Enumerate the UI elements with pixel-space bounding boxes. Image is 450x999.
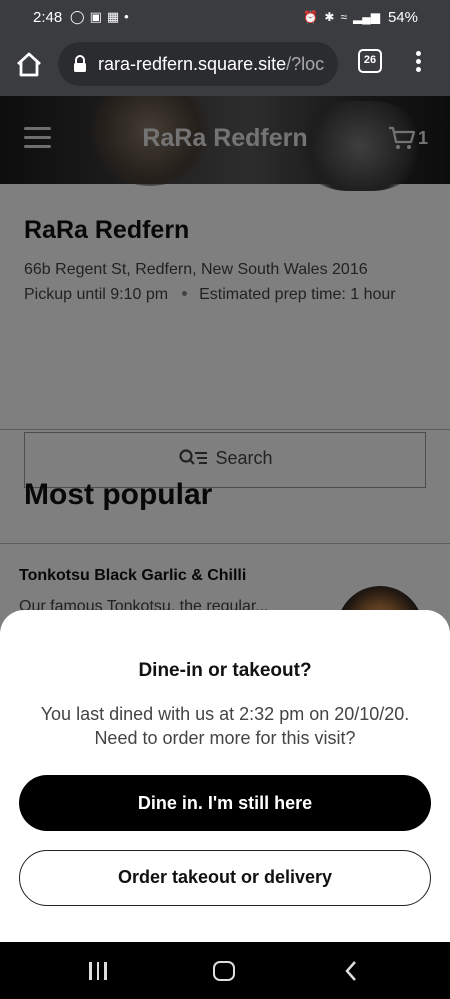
whatsapp-icon: ◯ <box>70 9 85 24</box>
bluetooth-icon: ✱ <box>324 10 335 24</box>
system-icons: ⏰ ✱ ≈ ▂▄▆ <box>303 10 380 24</box>
recent-apps-icon[interactable] <box>89 962 107 980</box>
url-domain: rara-redfern.square.site <box>98 54 287 74</box>
signal-icon: ▂▄▆ <box>353 10 380 24</box>
status-bar: 2:48 ◯ ▣ ▦ • ⏰ ✱ ≈ ▂▄▆ 54% <box>0 0 450 36</box>
dine-in-dialog: Dine-in or takeout? You last dined with … <box>0 610 450 942</box>
alarm-icon: ⏰ <box>303 10 319 24</box>
notification-icons: ◯ ▣ ▦ • <box>70 9 129 25</box>
url-path: /?loc <box>286 54 325 74</box>
instagram-icon: ▣ <box>89 9 102 24</box>
wifi-icon: ≈ <box>340 10 348 24</box>
flipboard-icon: ▦ <box>106 9 120 24</box>
home-icon <box>17 52 41 77</box>
back-icon[interactable] <box>344 960 358 982</box>
dine-in-button[interactable]: Dine in. I'm still here <box>19 775 431 831</box>
address-bar[interactable]: rara-redfern.square.site/?loc <box>58 42 338 86</box>
lock-icon <box>74 55 86 72</box>
status-time: 2:48 <box>33 9 63 26</box>
home-nav-icon[interactable] <box>213 961 235 981</box>
tab-switcher-button[interactable]: 26 <box>358 49 382 73</box>
battery-level: 54% <box>387 9 418 26</box>
system-nav-bar <box>0 942 450 999</box>
url-text: rara-redfern.square.site/?loc <box>98 54 324 75</box>
dialog-title: Dine-in or takeout? <box>138 660 312 681</box>
dialog-message-line2: Need to order more for this visit? <box>94 728 356 748</box>
browser-toolbar: rara-redfern.square.site/?loc 26 <box>0 36 450 96</box>
web-page: RaRa Redfern 1 RaRa Redfern 66b Regent S… <box>0 96 450 942</box>
browser-menu-button[interactable] <box>408 48 428 78</box>
home-button[interactable] <box>14 50 44 80</box>
dialog-message: You last dined with us at 2:32 pm on 20/… <box>0 702 450 750</box>
takeout-delivery-button[interactable]: Order takeout or delivery <box>19 850 431 906</box>
dialog-message-line1: You last dined with us at 2:32 pm on 20/… <box>40 704 410 724</box>
dot-icon: • <box>124 9 129 24</box>
